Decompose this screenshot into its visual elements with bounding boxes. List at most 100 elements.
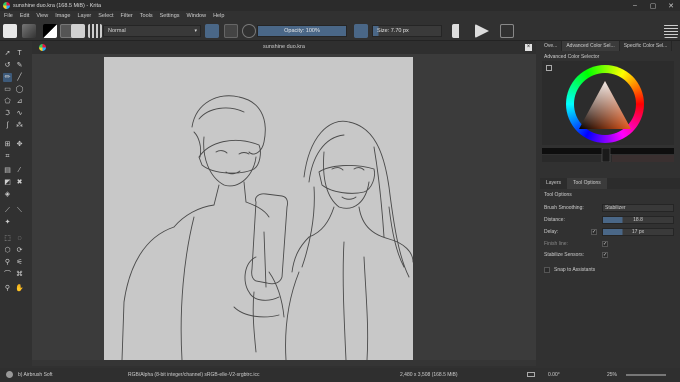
distance-label: Distance: <box>544 217 565 223</box>
smart-patch-icon[interactable]: ✖ <box>15 178 24 187</box>
fg-bg-color-icon[interactable] <box>43 24 57 38</box>
window-title: sunshine duo.kra (168.5 MiB) - Krita <box>13 2 102 9</box>
menu-file[interactable]: File <box>4 13 13 19</box>
freehand-select-icon[interactable]: ⟳ <box>15 246 24 255</box>
blend-mode-select[interactable]: Normal ▾ <box>103 25 201 37</box>
toolbox: ➚ T ↺ ✎ ✏ ╱ ▭ ◯ ⬠ ⊿ ℑ ∿ ʃ ⁂ ⊞ ✥ ⌗ ▤ ⁄ ◩ … <box>0 44 28 364</box>
ellipse-tool-icon[interactable]: ◯ <box>15 85 24 94</box>
colorize-mask-icon[interactable]: ◩ <box>3 178 12 187</box>
menu-select[interactable]: Select <box>98 13 113 19</box>
menu-settings[interactable]: Settings <box>160 13 180 19</box>
status-color-profile: RGB/Alpha (8-bit integer/channel) sRGB-e… <box>128 372 260 378</box>
tab-overview[interactable]: Ove... <box>540 41 563 51</box>
tab-layers[interactable]: Layers <box>540 178 567 189</box>
menu-filter[interactable]: Filter <box>121 13 133 19</box>
zoom-slider[interactable] <box>626 374 666 376</box>
canvas[interactable] <box>104 57 413 360</box>
similar-select-icon[interactable]: ⚟ <box>15 258 24 267</box>
freehand-path-icon[interactable]: ∿ <box>15 109 24 118</box>
opacity-slider[interactable]: Opacity: 100% <box>257 25 347 37</box>
crop-tool-icon[interactable]: ⌗ <box>3 152 12 161</box>
fill-tool-icon[interactable]: ◈ <box>3 190 12 199</box>
move-tool-icon[interactable]: ✥ <box>15 140 24 149</box>
document-title: sunshine duo.kra <box>263 44 305 50</box>
status-rotation[interactable]: 0.00° <box>548 372 560 378</box>
tab-advanced-color-selector[interactable]: Advanced Color Sel... <box>562 41 620 51</box>
menu-edit[interactable]: Edit <box>20 13 29 19</box>
toolbar-menu-icon[interactable] <box>664 24 678 38</box>
snap-assistants-checkbox[interactable] <box>544 267 550 273</box>
preserve-alpha-icon[interactable] <box>224 24 238 38</box>
tab-specific-color-selector[interactable]: Specific Color Sel... <box>620 41 673 51</box>
tab-tool-options[interactable]: Tool Options <box>567 178 607 189</box>
color-swatch-icon[interactable] <box>354 24 368 38</box>
distance-slider[interactable]: 18.8 <box>602 216 674 224</box>
close-document-icon[interactable]: × <box>525 44 532 51</box>
transform-tool-icon[interactable]: ⊞ <box>3 140 12 149</box>
status-zoom[interactable]: 25% <box>607 372 617 378</box>
calligraphy-icon[interactable]: ✎ <box>15 61 24 70</box>
krita-app-icon <box>3 2 10 9</box>
rectangle-tool-icon[interactable]: ▭ <box>3 85 12 94</box>
snap-assistants-row: Snap to Assistants <box>544 266 678 275</box>
magnetic-select-icon[interactable]: ⌘ <box>15 270 24 279</box>
finish-line-checkbox[interactable]: ✓ <box>602 241 608 247</box>
mirror-vertical-icon[interactable] <box>475 24 489 38</box>
brush-preset-icon[interactable] <box>71 24 85 38</box>
finish-line-label: Finish line: <box>544 241 568 247</box>
brush-preview-icon <box>6 371 13 378</box>
reference-images-icon[interactable]: ✦ <box>3 218 12 227</box>
line-tool-icon[interactable]: ╱ <box>15 73 24 82</box>
eraser-mode-icon[interactable] <box>205 24 219 38</box>
maximize-icon[interactable]: ▢ <box>644 0 662 11</box>
measure-tool-icon[interactable]: ⟍ <box>15 206 24 215</box>
menu-image[interactable]: Image <box>55 13 70 19</box>
size-slider[interactable]: Size: 7.70 px <box>372 25 442 37</box>
mirror-horizontal-icon[interactable] <box>452 24 466 38</box>
assistant-tool-icon[interactable]: ⟋ <box>3 206 12 215</box>
brush-smoothing-select[interactable]: Stabilizer <box>602 204 674 212</box>
freehand-brush-icon[interactable]: ✏ <box>3 73 12 82</box>
menu-layer[interactable]: Layer <box>77 13 91 19</box>
color-selector-area <box>542 61 674 145</box>
edit-shapes-icon[interactable]: ↺ <box>3 61 12 70</box>
horizontal-scrollbar[interactable] <box>32 360 536 366</box>
color-picker-icon[interactable]: ⁄ <box>15 166 24 175</box>
delay-row: Delay: ✓ 17 px <box>544 228 678 237</box>
rotate-icon[interactable] <box>527 372 535 377</box>
menu-window[interactable]: Window <box>187 13 207 19</box>
dynamic-brush-icon[interactable]: ʃ <box>3 121 12 130</box>
rect-select-icon[interactable]: ⬚ <box>3 234 12 243</box>
gradient-tool-icon[interactable]: ▤ <box>3 166 12 175</box>
stabilize-sensors-checkbox[interactable]: ✓ <box>602 252 608 258</box>
reload-preset-icon[interactable] <box>242 24 256 38</box>
close-icon[interactable]: ✕ <box>662 0 680 11</box>
color-docker-tabs: Ove... Advanced Color Sel... Specific Co… <box>540 41 680 51</box>
delay-checkbox[interactable]: ✓ <box>591 229 597 235</box>
delay-slider[interactable]: 17 px <box>602 228 674 236</box>
polygon-select-icon[interactable]: ⬡ <box>3 246 12 255</box>
minimize-icon[interactable]: – <box>626 0 644 11</box>
ellipse-select-icon[interactable]: ◌ <box>15 234 24 243</box>
polygon-tool-icon[interactable]: ⬠ <box>3 97 12 106</box>
zoom-tool-icon[interactable]: ⚲ <box>3 284 12 293</box>
bezier-tool-icon[interactable]: ℑ <box>3 109 12 118</box>
select-shapes-icon[interactable]: ➚ <box>3 49 12 58</box>
selector-settings-icon[interactable] <box>546 65 552 71</box>
gradient-icon[interactable] <box>22 24 36 38</box>
wrap-around-icon[interactable] <box>500 24 514 38</box>
saturation-value-triangle[interactable] <box>577 79 633 131</box>
new-document-icon[interactable] <box>3 24 17 38</box>
brush-presets-icon[interactable] <box>88 24 102 38</box>
menu-help[interactable]: Help <box>213 13 224 19</box>
color-history-bars[interactable] <box>542 148 674 162</box>
multibrush-icon[interactable]: ⁂ <box>15 121 24 130</box>
menu-tools[interactable]: Tools <box>140 13 153 19</box>
bezier-select-icon[interactable]: ⌒ <box>3 270 12 279</box>
menu-view[interactable]: View <box>36 13 48 19</box>
polyline-tool-icon[interactable]: ⊿ <box>15 97 24 106</box>
stabilize-sensors-label: Stabilize Sensors: <box>544 252 585 258</box>
contiguous-select-icon[interactable]: ⚲ <box>3 258 12 267</box>
pan-tool-icon[interactable]: ✋ <box>15 284 24 293</box>
text-tool-icon[interactable]: T <box>15 49 24 58</box>
